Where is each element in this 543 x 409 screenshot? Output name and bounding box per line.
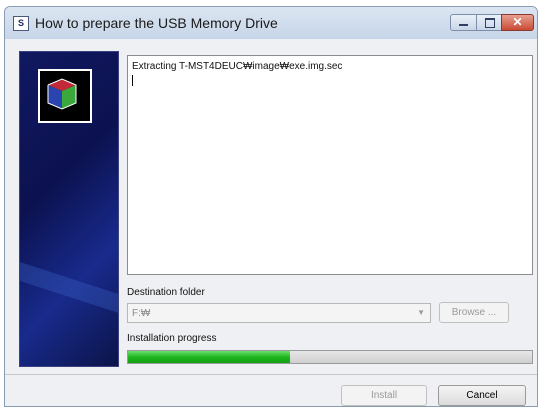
maximize-icon xyxy=(485,18,495,28)
sidebar-banner xyxy=(19,51,119,367)
cube-logo-icon xyxy=(38,69,92,123)
app-icon[interactable]: S xyxy=(13,16,29,31)
minimize-button[interactable] xyxy=(450,14,477,31)
minimize-icon xyxy=(459,24,468,26)
destination-folder-select[interactable]: F:₩ ▼ xyxy=(127,303,431,323)
close-icon: ✕ xyxy=(512,15,523,29)
maximize-button[interactable] xyxy=(476,14,502,31)
text-caret xyxy=(132,75,133,86)
chevron-down-icon[interactable]: ▼ xyxy=(417,308,425,317)
log-textarea[interactable]: Extracting T-MST4DEUC₩image₩exe.img.sec xyxy=(127,55,533,275)
installation-progress-bar xyxy=(127,350,533,364)
destination-folder-label: Destination folder xyxy=(127,287,205,298)
installer-window: S How to prepare the USB Memory Drive ✕ … xyxy=(4,6,538,407)
cancel-button[interactable]: Cancel xyxy=(438,385,526,406)
log-line: Extracting T-MST4DEUC₩image₩exe.img.sec xyxy=(132,61,343,72)
footer-divider xyxy=(5,374,537,375)
destination-folder-value: F:₩ xyxy=(132,308,151,319)
install-button[interactable]: Install xyxy=(341,385,427,406)
banner-stripe xyxy=(20,257,118,325)
window-title: How to prepare the USB Memory Drive xyxy=(35,15,278,31)
progress-fill xyxy=(128,351,290,363)
browse-button[interactable]: Browse ... xyxy=(439,302,509,323)
close-button[interactable]: ✕ xyxy=(501,14,534,31)
title-bar[interactable]: S How to prepare the USB Memory Drive ✕ xyxy=(5,7,537,39)
installation-progress-label: Installation progress xyxy=(127,333,217,344)
